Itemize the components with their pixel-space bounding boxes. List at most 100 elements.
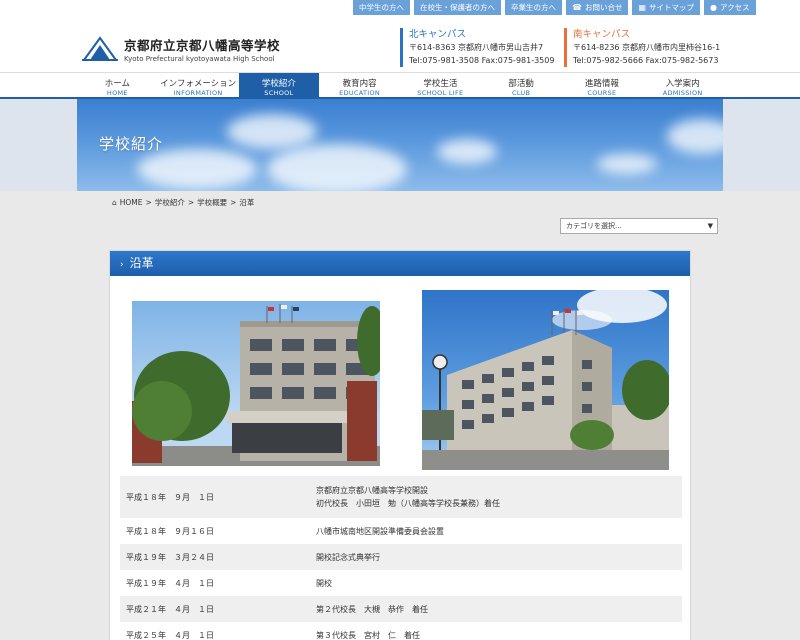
- history-event: 開校記念式典挙行: [310, 544, 682, 570]
- table-row: 平成１９年 ４月 １日 開校: [120, 570, 682, 596]
- nav-admission[interactable]: 入学案内 ADMISSION: [642, 73, 723, 98]
- history-event-line: 京都府立京都八幡高等学校開設: [316, 486, 428, 495]
- link-graduates[interactable]: 卒業生の方へ: [505, 0, 562, 15]
- history-table: 平成１８年 ９月 １日 京都府立京都八幡高等学校開設初代校長 小田垣 勉（八幡高…: [120, 476, 682, 640]
- school-name-ja: 京都府立京都八幡高等学校: [124, 38, 281, 53]
- nav-club[interactable]: 部活動 CLUB: [481, 73, 562, 98]
- nav-label: ホーム: [104, 79, 130, 89]
- cloud-decoration: [227, 114, 317, 149]
- history-event: 開校: [316, 578, 332, 588]
- link-contact[interactable]: ☎ お問い合せ: [566, 0, 629, 15]
- chevron-right-icon: ›: [120, 260, 124, 270]
- nav-school-life[interactable]: 学校生活 SCHOOL LIFE: [400, 73, 481, 98]
- history-event: 第３代校長 宮村 仁 着任: [316, 630, 420, 640]
- nav-label: 学校生活: [423, 79, 458, 89]
- link-label: 在校生・保護者の方へ: [420, 3, 495, 12]
- phone-icon: ☎: [572, 3, 582, 12]
- link-junior-high[interactable]: 中学生の方へ: [353, 0, 410, 15]
- table-row: 平成２１年 ４月 １日 第２代校長 大槻 恭作 着任: [120, 596, 682, 622]
- cloud-decoration: [597, 154, 657, 174]
- nav-information[interactable]: インフォメーション INFORMATION: [158, 73, 239, 98]
- campus-phone: Tel:075-981-3508 Fax:075-981-3509: [409, 56, 555, 65]
- nav-sublabel: CLUB: [511, 89, 531, 97]
- nav-sublabel: COURSE: [587, 89, 617, 97]
- school-name-en: Kyoto Prefectural kyotoyawata High Schoo…: [124, 55, 275, 63]
- history-event: 第２代校長 大槻 恭作 着任: [310, 596, 682, 622]
- table-row: 平成２５年 ４月 １日 第３代校長 宮村 仁 着任: [120, 622, 682, 640]
- building-illustration: [422, 290, 669, 470]
- school-emblem-icon: [82, 36, 118, 61]
- campus-address: 〒614-8236 京都府八幡市内里柿谷16-1: [573, 43, 721, 52]
- table-row: 平成１９年 ３月２４日 開校記念式典挙行: [120, 544, 682, 570]
- nav-label: 教育内容: [342, 79, 377, 89]
- breadcrumb-separator: >: [145, 198, 152, 207]
- campus-title: 南キャンパス: [573, 29, 631, 40]
- history-date: 平成２１年 ４月 １日: [120, 596, 310, 622]
- history-date: 平成１８年 ９月 １日: [120, 476, 310, 518]
- breadcrumb: ⌂ HOME > 学校紹介 > 学校概要 > 沿革: [112, 197, 254, 208]
- nav-sublabel: SCHOOL LIFE: [417, 89, 464, 97]
- category-select[interactable]: カテゴリを選択... ▼: [560, 218, 718, 234]
- nav-label: 部活動: [508, 79, 534, 89]
- link-label: 中学生の方へ: [359, 3, 404, 12]
- breadcrumb-overview[interactable]: 学校概要: [197, 197, 227, 208]
- hero-title: 学校紹介: [99, 135, 164, 153]
- category-select-value: カテゴリを選択...: [566, 222, 622, 230]
- section-header: › 沿革: [110, 251, 690, 276]
- table-row: 平成１８年 ９月１６日 八幡市城南地区開設準備委員会設置: [120, 518, 682, 544]
- link-students-parents[interactable]: 在校生・保護者の方へ: [414, 0, 501, 15]
- sitemap-icon: ▦: [638, 3, 647, 12]
- history-date: 平成１９年 ４月 １日: [126, 578, 214, 588]
- building-illustration: [132, 304, 380, 466]
- nav-school[interactable]: 学校紹介 SCHOOL: [238, 73, 320, 98]
- school-building-photo-2: [422, 290, 669, 470]
- breadcrumb-current: 沿革: [239, 198, 255, 207]
- cloud-decoration: [137, 149, 257, 189]
- nav-education[interactable]: 教育内容 EDUCATION: [319, 73, 400, 98]
- nav-label: インフォメーション: [160, 79, 237, 89]
- map-pin-icon: ●: [710, 3, 718, 12]
- history-date: 平成１８年 ９月１６日: [126, 526, 214, 536]
- campus-phone: Tel:075-982-5666 Fax:075-982-5673: [573, 56, 719, 65]
- nav-sublabel: INFORMATION: [173, 89, 223, 97]
- history-card: › 沿革 平成１８年 ９月 １日 京都府立京都八幡高等学校開設 初代校長 小田垣…: [109, 250, 691, 640]
- nav-sublabel: ADMISSION: [662, 89, 703, 97]
- home-icon[interactable]: ⌂: [112, 198, 117, 207]
- history-event: 八幡市城南地区開設準備委員会設置: [316, 526, 444, 536]
- cloud-decoration: [667, 119, 723, 154]
- nav-sublabel: SCHOOL: [264, 89, 294, 97]
- nav-label: 入学案内: [665, 79, 700, 89]
- nav-sublabel: EDUCATION: [339, 89, 381, 97]
- history-date: 平成１９年 ３月２４日: [120, 544, 310, 570]
- hero-banner: 学校紹介: [77, 99, 723, 191]
- school-building-photo-1: [132, 301, 380, 466]
- history-date: 平成２５年 ４月 １日: [126, 630, 214, 640]
- link-label: お問い合せ: [584, 3, 623, 12]
- history-event: 京都府立京都八幡高等学校開設初代校長 小田垣 勉（八幡高等学校長兼務）着任: [310, 476, 682, 518]
- cloud-decoration: [267, 144, 407, 191]
- school-logo[interactable]: 京都府立京都八幡高等学校 Kyoto Prefectural kyotoyawa…: [82, 35, 280, 63]
- nav-label: 学校紹介: [261, 79, 296, 89]
- table-row: 平成１８年 ９月 １日 京都府立京都八幡高等学校開設初代校長 小田垣 勉（八幡高…: [120, 476, 682, 518]
- link-access[interactable]: ● アクセス: [704, 0, 756, 15]
- breadcrumb-separator: >: [187, 198, 195, 207]
- site-header: 中学生の方へ 在校生・保護者の方へ 卒業生の方へ ☎ お問い合せ ▦ サイトマップ …: [0, 0, 800, 72]
- nav-home[interactable]: ホーム HOME: [77, 73, 158, 98]
- utility-bar: 中学生の方へ 在校生・保護者の方へ 卒業生の方へ ☎ お問い合せ ▦ サイトマップ …: [353, 0, 756, 15]
- nav-label: 進路情報: [584, 79, 619, 89]
- south-campus-info: 南キャンパス 〒614-8236 京都府八幡市内里柿谷16-1 Tel:075-…: [564, 28, 720, 67]
- link-label: サイトマップ: [649, 3, 695, 12]
- breadcrumb-home[interactable]: HOME: [120, 198, 143, 207]
- breadcrumb-school[interactable]: 学校紹介: [155, 197, 185, 208]
- history-event-line: 初代校長 小田垣 勉（八幡高等学校長兼務）着任: [316, 499, 500, 508]
- nav-course[interactable]: 進路情報 COURSE: [562, 73, 643, 98]
- link-sitemap[interactable]: ▦ サイトマップ: [632, 0, 701, 15]
- breadcrumb-separator: >: [230, 198, 237, 207]
- nav-sublabel: HOME: [106, 89, 128, 97]
- campus-address: 〒614-8363 京都府八幡市男山吉井7: [409, 43, 544, 52]
- cloud-decoration: [437, 139, 497, 164]
- link-label: 卒業生の方へ: [511, 3, 556, 12]
- section-title: 沿革: [129, 256, 154, 270]
- main-nav: ホーム HOME インフォメーション INFORMATION 学校紹介 SCHOOL …: [0, 72, 800, 99]
- chevron-down-icon: ▼: [707, 222, 713, 230]
